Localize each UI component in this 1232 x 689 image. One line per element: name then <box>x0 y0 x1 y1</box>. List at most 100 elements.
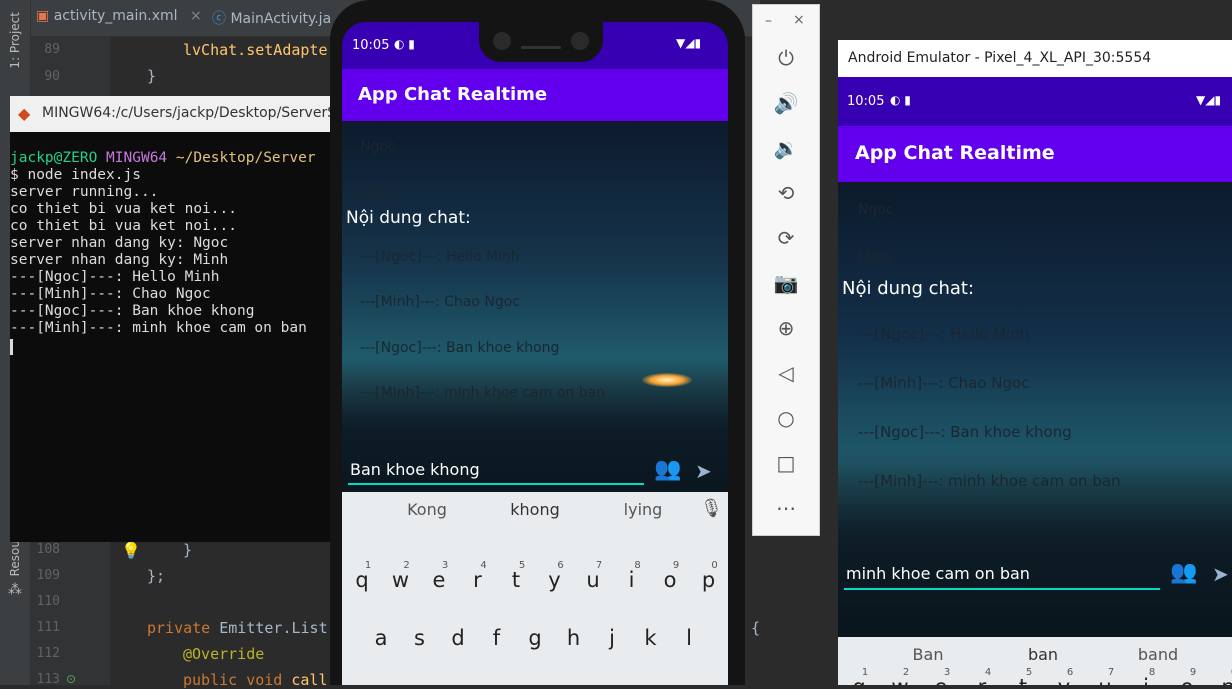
soft-keyboard: Ban ban band q1w2e3r4t5y6u7i8o9p0 <box>838 637 1232 685</box>
notification-icon: ◐ ▮ <box>394 37 415 51</box>
suggestion-selected[interactable]: ban <box>998 645 1088 664</box>
key-u[interactable]: u <box>574 568 612 592</box>
user-list-item[interactable]: Ngoc <box>858 202 894 218</box>
wifi-signal-battery-icon: ▼◢▮ <box>676 36 702 50</box>
key-hint-number: 0 <box>1215 667 1232 678</box>
key-j[interactable]: j <box>593 626 631 650</box>
tab-label: activity_main.xml <box>53 8 178 24</box>
close-icon[interactable]: × <box>793 12 805 28</box>
key-hint-number: 5 <box>1025 667 1033 678</box>
overview-icon[interactable]: □ <box>773 450 799 476</box>
structure-icon[interactable]: ⁂ <box>8 582 22 598</box>
send-icon[interactable]: ➤ <box>695 459 712 483</box>
home-icon[interactable]: ○ <box>773 405 799 431</box>
terminal-line: co thiet bi vua ket noi... <box>10 201 237 217</box>
line-number: 109 <box>36 568 60 583</box>
emulator-toolbar: – × ⏻ 🔊 🔉 ⟲ ⟳ 📷 ⊕ ◁ ○ □ ⋯ <box>752 4 820 536</box>
user-list-item[interactable]: Minh <box>360 185 394 201</box>
line-number: 111 <box>36 620 60 635</box>
rotate-left-icon[interactable]: ⟲ <box>773 180 799 206</box>
lightbulb-icon[interactable]: 💡 <box>121 541 141 560</box>
phone-screen: 10:05 ◐ ▮ ▼◢▮ App Chat Realtime Ngoc Min… <box>342 22 728 685</box>
zoom-icon[interactable]: ⊕ <box>773 315 799 341</box>
key-q[interactable]: q <box>343 568 381 592</box>
chat-message: ---[Minh]---: Chao Ngoc <box>360 294 520 310</box>
suggestion[interactable]: Ban <box>883 645 973 664</box>
key-hint-number: 8 <box>1148 667 1156 678</box>
close-icon[interactable]: × <box>190 8 202 24</box>
terminal-cursor <box>10 339 13 355</box>
key-l[interactable]: l <box>670 626 708 650</box>
emulator2-titlebar[interactable]: Android Emulator - Pixel_4_XL_API_30:555… <box>838 40 1232 77</box>
override-gutter-icon[interactable]: ⊙ <box>66 672 76 686</box>
key-s[interactable]: s <box>401 626 439 650</box>
chat-message: ---[Minh]---: Chao Ngoc <box>858 374 1030 392</box>
notification-icon: ◐ ▮ <box>890 93 911 107</box>
key-k[interactable]: k <box>632 626 670 650</box>
key-a[interactable]: a <box>362 626 400 650</box>
key-w[interactable]: w <box>382 568 420 592</box>
code-line: } <box>147 67 157 85</box>
tab-main-activity[interactable]: ⓒ MainActivity.ja <box>212 8 331 32</box>
code-annotation: @Override <box>183 645 265 663</box>
terminal-line: server nhan dang ky: Ngoc <box>10 235 229 251</box>
app-title: App Chat Realtime <box>855 142 1055 164</box>
key-p[interactable]: p <box>690 568 728 592</box>
key-y[interactable]: y <box>536 568 574 592</box>
line-number: 108 <box>36 542 60 557</box>
terminal-title: MINGW64:/c/Users/jackp/Desktop/ServerS <box>42 105 337 121</box>
terminal-body[interactable]: jackp@ZERO MINGW64 ~/Desktop/Server $ no… <box>10 132 330 542</box>
key-hint-number: 4 <box>984 667 992 678</box>
code-class: Emitter.List <box>219 619 328 637</box>
minimize-icon[interactable]: – <box>765 13 772 29</box>
terminal-line: ---[Ngoc]---: Hello Minh <box>10 269 220 285</box>
message-input[interactable]: Ban khoe khong <box>348 458 644 485</box>
key-i[interactable]: i <box>613 568 651 592</box>
front-camera-icon <box>571 32 589 50</box>
terminal-titlebar[interactable]: ◆ MINGW64:/c/Users/jackp/Desktop/ServerS <box>10 96 336 132</box>
rotate-right-icon[interactable]: ⟳ <box>773 225 799 251</box>
wifi-signal-battery-icon: ▼◢▮ <box>1196 93 1222 107</box>
resource-tool-label[interactable]: Resou <box>8 540 22 576</box>
add-user-icon[interactable]: 👥 <box>1170 560 1197 585</box>
camera-icon[interactable]: 📷 <box>773 270 799 296</box>
send-icon[interactable]: ➤ <box>1212 562 1229 586</box>
message-input-value: Ban khoe khong <box>350 460 480 479</box>
volume-up-icon[interactable]: 🔊 <box>773 90 799 116</box>
volume-down-icon[interactable]: 🔉 <box>773 135 799 161</box>
power-icon[interactable]: ⏻ <box>773 45 799 71</box>
suggestion[interactable]: band <box>1113 645 1203 664</box>
key-t[interactable]: t <box>497 568 535 592</box>
emulator2-screen: 10:05 ◐ ▮ ▼◢▮ App Chat Realtime Ngoc Min… <box>838 77 1232 685</box>
code-line: }; <box>147 567 166 585</box>
key-e[interactable]: e <box>420 568 458 592</box>
app-bar: App Chat Realtime <box>838 126 1232 182</box>
chat-message: ---[Ngoc]---: Hello Minh <box>360 249 520 265</box>
key-h[interactable]: h <box>555 626 593 650</box>
back-icon[interactable]: ◁ <box>773 360 799 386</box>
suggestion-selected[interactable]: khong <box>490 500 580 519</box>
suggestion[interactable]: Kong <box>382 500 472 519</box>
key-f[interactable]: f <box>478 626 516 650</box>
suggestion[interactable]: lying <box>598 500 688 519</box>
key-d[interactable]: d <box>439 626 477 650</box>
more-icon[interactable]: ⋯ <box>773 495 799 521</box>
project-tool-label[interactable]: 1: Project <box>8 12 22 69</box>
key-hint-number: 3 <box>943 667 951 678</box>
microphone-icon[interactable]: 🎙 <box>700 498 723 519</box>
prompt-user: jackp@ZERO <box>10 150 98 166</box>
key-o[interactable]: o <box>651 568 689 592</box>
key-g[interactable]: g <box>516 626 554 650</box>
add-user-icon[interactable]: 👥 <box>654 457 681 482</box>
message-input[interactable]: minh khoe cam on ban <box>844 561 1160 590</box>
class-file-icon: ⓒ <box>212 11 226 27</box>
user-list-item[interactable]: Ngoc <box>360 139 396 155</box>
tab-activity-main[interactable]: ▣ activity_main.xml × <box>36 8 202 32</box>
speaker-grille <box>521 46 561 49</box>
line-number: 90 <box>44 69 60 84</box>
user-list-item[interactable]: Minh <box>858 250 892 266</box>
message-input-value: minh khoe cam on ban <box>846 564 1030 583</box>
key-r[interactable]: r <box>459 568 497 592</box>
status-time: 10:05 <box>352 38 390 53</box>
terminal-line: ---[Minh]---: minh khoe cam on ban <box>10 320 307 336</box>
